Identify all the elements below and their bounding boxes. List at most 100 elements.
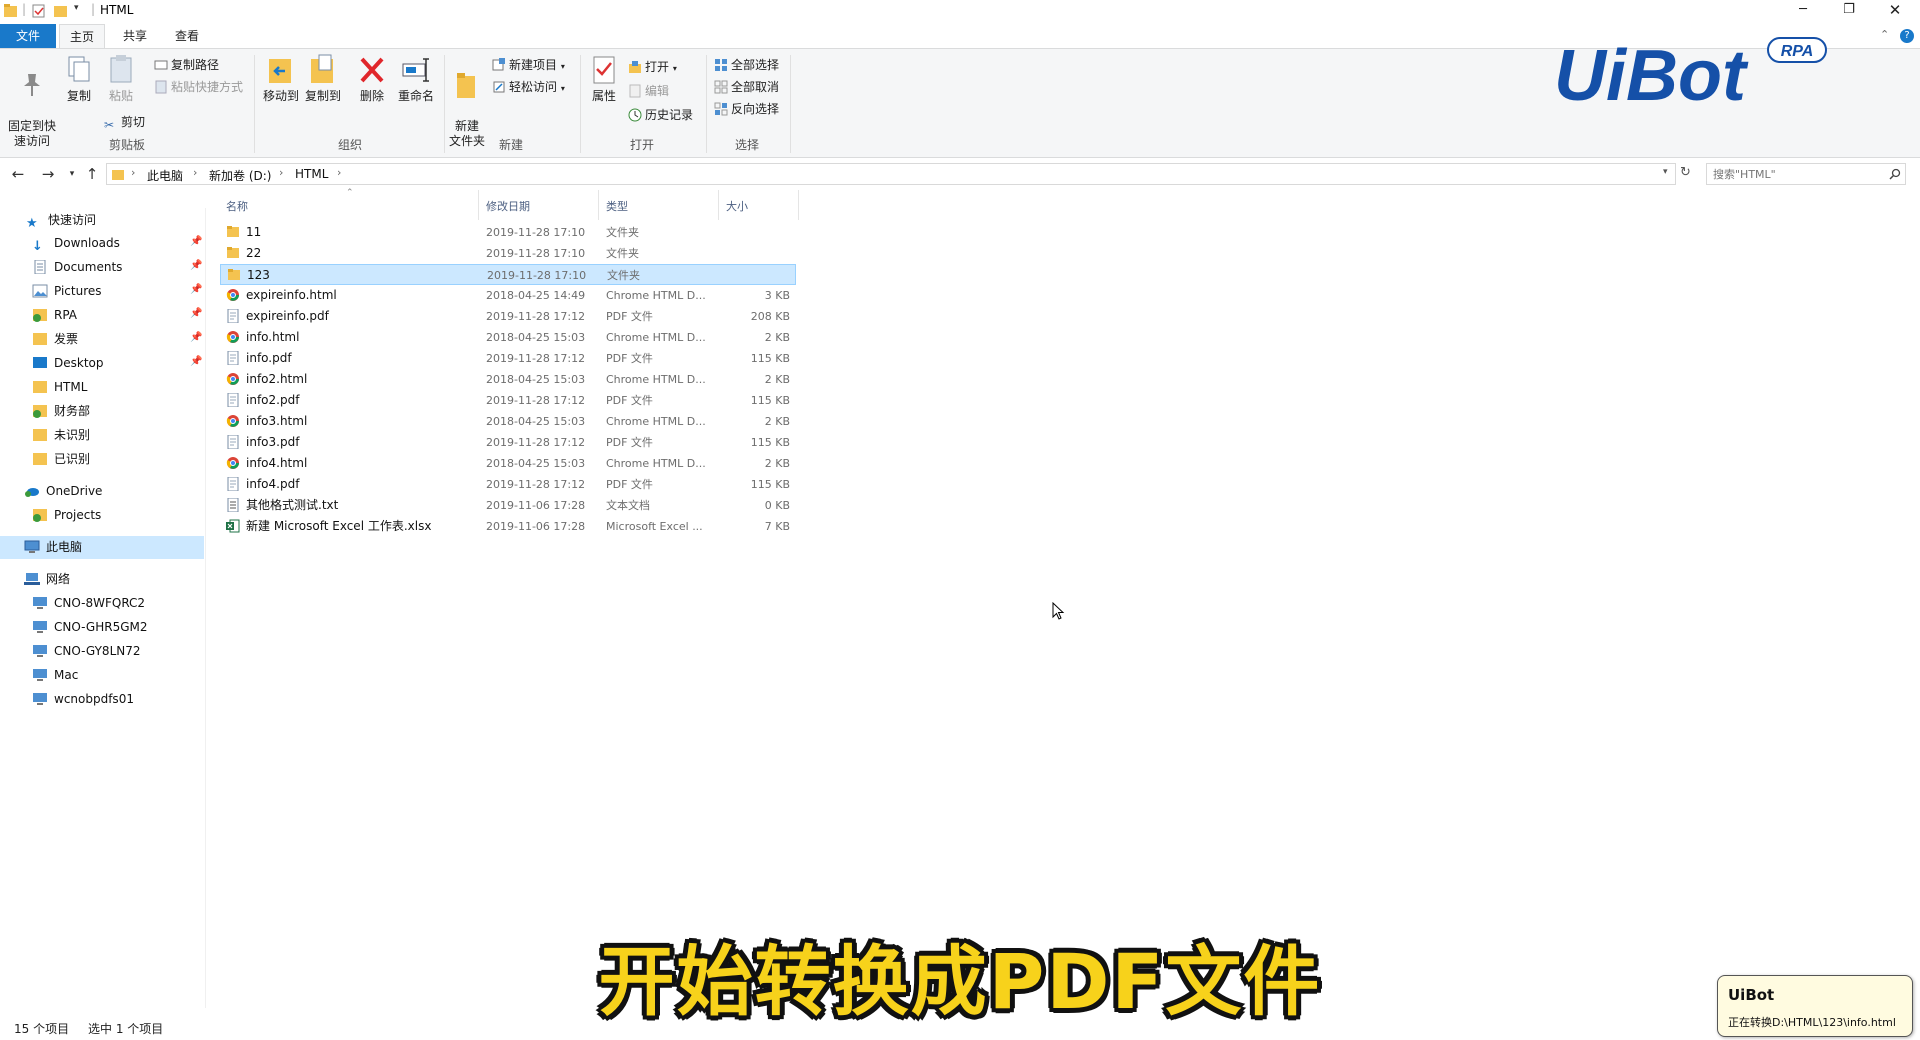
new-item-button[interactable]: 新建项目 ▾ xyxy=(492,55,565,75)
pin-to-quick-access-button[interactable]: 固定到快 速访问 xyxy=(6,53,58,149)
rename-button[interactable]: 重命名 xyxy=(394,53,438,104)
file-row[interactable]: info3.pdf 2019-11-28 17:12 PDF 文件 115 KB xyxy=(220,432,796,453)
nav-item-invoices[interactable]: 发票 xyxy=(32,328,78,350)
invert-selection-button[interactable]: 反向选择 xyxy=(714,99,779,119)
back-button[interactable]: ← xyxy=(8,164,28,184)
nav-network-computer[interactable]: Mac xyxy=(32,664,78,686)
minimize-button[interactable]: ─ xyxy=(1780,0,1826,22)
address-field[interactable]: › 此电脑 › 新加卷 (D:) › HTML › ▾ xyxy=(106,163,1676,185)
nav-item-projects[interactable]: Projects xyxy=(32,504,101,526)
move-to-button[interactable]: 移动到 xyxy=(260,53,302,104)
nav-network-computer[interactable]: CNO-8WFQRC2 xyxy=(32,592,145,614)
search-input[interactable] xyxy=(1713,166,1883,182)
breadcrumb-separator[interactable]: › xyxy=(279,166,283,179)
history-button[interactable]: 历史记录 xyxy=(628,105,693,125)
nav-this-pc[interactable]: 此电脑 xyxy=(24,536,82,558)
column-divider[interactable] xyxy=(478,190,479,220)
file-row[interactable]: info4.pdf 2019-11-28 17:12 PDF 文件 115 KB xyxy=(220,474,796,495)
new-folder-quick-icon[interactable] xyxy=(54,3,68,19)
column-divider[interactable] xyxy=(598,190,599,220)
column-header-date[interactable]: 修改日期 xyxy=(486,198,530,214)
properties-button[interactable]: 属性 xyxy=(584,53,624,104)
nav-quick-access[interactable]: ★ 快速访问 xyxy=(26,209,96,231)
copy-to-button[interactable]: 复制到 xyxy=(302,53,344,104)
forward-button[interactable]: → xyxy=(38,164,58,184)
column-header-name[interactable]: 名称 xyxy=(226,198,248,214)
breadcrumb-separator[interactable]: › xyxy=(193,166,197,179)
close-button[interactable]: ✕ xyxy=(1872,0,1918,22)
file-row[interactable]: info3.html 2018-04-25 15:03 Chrome HTML D.… xyxy=(220,411,796,432)
cut-button[interactable]: ✂ 剪切 xyxy=(104,112,145,132)
nav-item-documents[interactable]: Documents xyxy=(32,256,122,278)
nav-network-computer[interactable]: CNO-GY8LN72 xyxy=(32,640,141,662)
up-button[interactable]: ↑ xyxy=(82,164,102,184)
paste-button[interactable]: 粘贴 xyxy=(104,53,138,104)
nav-item-rpa[interactable]: RPA xyxy=(32,304,77,326)
file-row[interactable]: info4.html 2018-04-25 15:03 Chrome HTML D.… xyxy=(220,453,796,474)
delete-button[interactable]: 删除 xyxy=(354,53,390,104)
copy-button[interactable]: 复制 xyxy=(62,53,96,104)
file-row[interactable]: expireinfo.pdf 2019-11-28 17:12 PDF 文件 208 … xyxy=(220,306,796,327)
breadcrumb-html[interactable]: HTML xyxy=(295,167,328,181)
pin-icon[interactable]: 📌 xyxy=(190,236,202,247)
restore-button[interactable]: ❐ xyxy=(1826,0,1872,22)
column-header-type[interactable]: 类型 xyxy=(606,198,628,214)
file-row[interactable]: info2.pdf 2019-11-28 17:12 PDF 文件 115 KB xyxy=(220,390,796,411)
nav-network[interactable]: 网络 xyxy=(24,568,70,590)
pin-icon[interactable]: 📌 xyxy=(190,356,202,367)
recent-locations-button[interactable]: ▾ xyxy=(62,164,82,184)
column-divider[interactable] xyxy=(798,190,799,220)
tab-home[interactable]: 主页 xyxy=(59,24,105,48)
nav-item-html[interactable]: HTML xyxy=(32,376,87,398)
select-none-button[interactable]: 全部取消 xyxy=(714,77,779,97)
tab-view[interactable]: 查看 xyxy=(164,24,210,48)
file-row[interactable]: expireinfo.html 2018-04-25 14:49 Chrome HT… xyxy=(220,285,796,306)
collapse-ribbon-icon[interactable]: ⌃ xyxy=(1880,28,1889,41)
copy-path-button[interactable]: 复制路径 xyxy=(154,55,219,75)
refresh-icon[interactable]: ↻ xyxy=(1680,165,1691,180)
breadcrumb-separator[interactable]: › xyxy=(337,166,341,179)
file-type: Chrome HTML D... xyxy=(606,289,706,302)
file-row[interactable]: 22 2019-11-28 17:10 文件夹 xyxy=(220,243,796,264)
breadcrumb-drive[interactable]: 新加卷 (D:) xyxy=(209,167,271,184)
pin-icon[interactable]: 📌 xyxy=(190,332,202,343)
file-row[interactable]: 其他格式测试.txt 2019-11-06 17:28 文本文档 0 KB xyxy=(220,495,796,516)
nav-network-computer[interactable]: wcnobpdfs01 xyxy=(32,688,134,710)
file-row[interactable]: 新建 Microsoft Excel 工作表.xlsx 2019-11-06 17… xyxy=(220,516,796,537)
breadcrumb-separator[interactable]: › xyxy=(131,166,135,179)
column-divider[interactable] xyxy=(718,190,719,220)
nav-item-finance[interactable]: 财务部 xyxy=(32,400,90,422)
file-row[interactable]: info2.html 2018-04-25 15:03 Chrome HTML D.… xyxy=(220,369,796,390)
file-row[interactable]: info.html 2018-04-25 15:03 Chrome HTML D..… xyxy=(220,327,796,348)
tab-file[interactable]: 文件 xyxy=(0,24,56,48)
pin-icon[interactable]: 📌 xyxy=(190,284,202,295)
select-all-button[interactable]: 全部选择 xyxy=(714,55,779,75)
file-row[interactable]: 11 2019-11-28 17:10 文件夹 xyxy=(220,222,796,243)
help-icon[interactable]: ? xyxy=(1900,29,1914,43)
nav-network-computer[interactable]: CNO-GHR5GM2 xyxy=(32,616,148,638)
new-folder-button[interactable]: 新建 文件夹 xyxy=(446,53,488,149)
nav-onedrive[interactable]: OneDrive xyxy=(24,480,102,502)
customize-toolbar-icon[interactable]: ▾ xyxy=(74,3,79,13)
tab-share[interactable]: 共享 xyxy=(112,24,158,48)
nav-item-unrecognized[interactable]: 未识别 xyxy=(32,424,90,446)
search-icon[interactable] xyxy=(1889,168,1901,180)
nav-item-pictures[interactable]: Pictures xyxy=(32,280,102,302)
edit-button[interactable]: 编辑 xyxy=(628,81,669,101)
address-dropdown-icon[interactable]: ▾ xyxy=(1663,167,1668,177)
file-row[interactable]: info.pdf 2019-11-28 17:12 PDF 文件 115 KB xyxy=(220,348,796,369)
open-button[interactable]: 打开 ▾ xyxy=(628,57,677,77)
pin-icon[interactable]: 📌 xyxy=(190,308,202,319)
breadcrumb-this-pc[interactable]: 此电脑 xyxy=(147,167,183,184)
nav-item-downloads[interactable]: ↓ Downloads xyxy=(32,232,120,254)
properties-quick-icon[interactable] xyxy=(32,3,46,19)
nav-item-desktop[interactable]: Desktop xyxy=(32,352,104,374)
column-header-size[interactable]: 大小 xyxy=(726,198,748,214)
nav-onedrive-label: OneDrive xyxy=(46,484,103,498)
file-row-selected[interactable]: 123 2019-11-28 17:10 文件夹 xyxy=(220,264,796,285)
paste-shortcut-button[interactable]: 粘贴快捷方式 xyxy=(154,77,243,97)
nav-item-recognized[interactable]: 已识别 xyxy=(32,448,90,470)
search-box[interactable] xyxy=(1706,163,1906,185)
pin-icon[interactable]: 📌 xyxy=(190,260,202,271)
easy-access-button[interactable]: 轻松访问 ▾ xyxy=(492,77,565,97)
